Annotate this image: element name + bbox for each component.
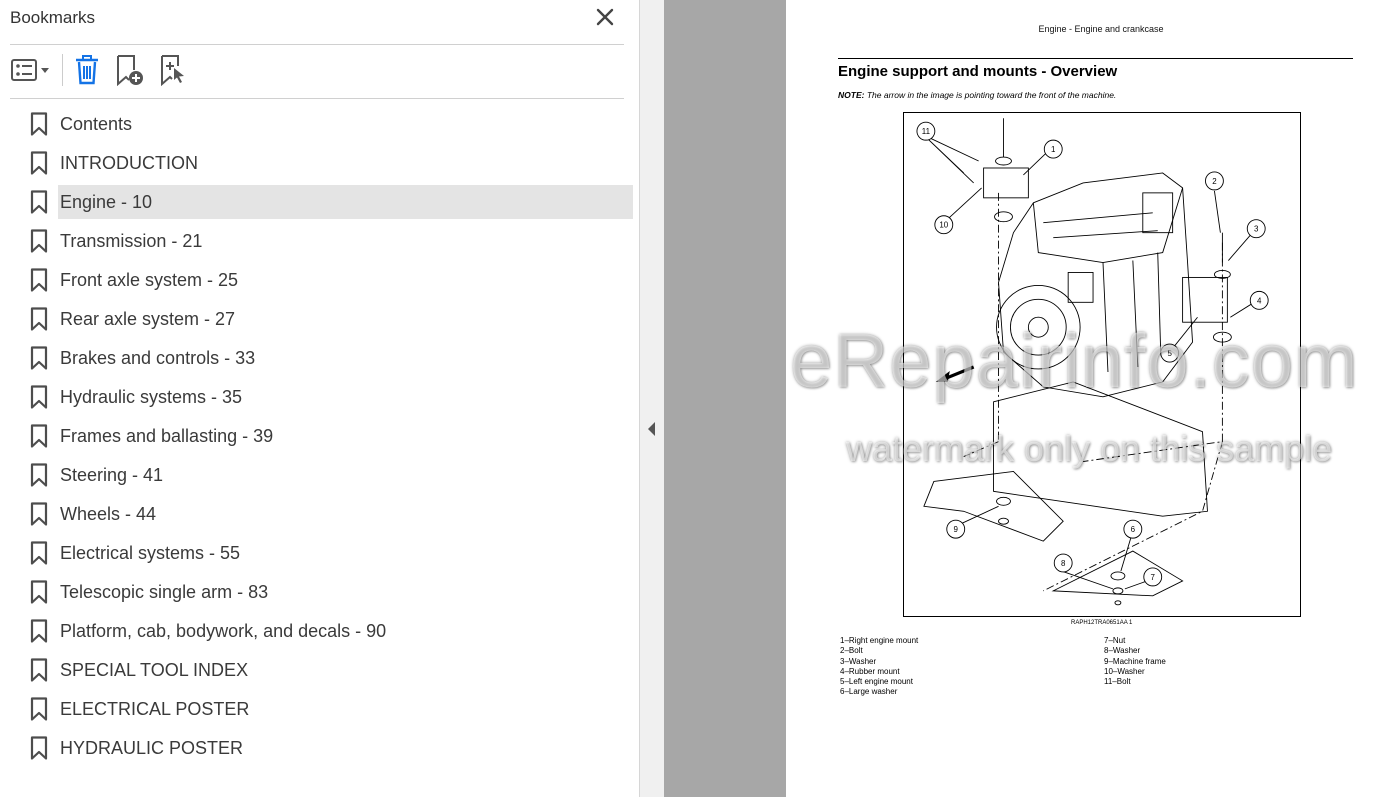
callout-number: 6 — [1131, 525, 1136, 534]
bookmark-item[interactable]: Platform, cab, bodywork, and decals - 90 — [0, 612, 640, 651]
bookmark-icon — [30, 190, 48, 214]
callout-number: 8 — [1061, 559, 1066, 568]
bookmark-item[interactable]: HYDRAULIC POSTER — [0, 729, 640, 768]
callout-number: 7 — [1151, 573, 1156, 582]
legend-item: 8–Washer — [1104, 646, 1141, 656]
bookmark-label: Steering - 41 — [60, 465, 164, 485]
note: NOTE: The arrow in the image is pointing… — [838, 90, 1116, 100]
bookmark-label: Rear axle system - 27 — [60, 309, 236, 329]
legend-item: 2–Bolt — [840, 646, 863, 656]
toolbar-divider — [10, 98, 624, 99]
bookmark-label: INTRODUCTION — [60, 153, 198, 173]
bookmark-label: Contents — [60, 114, 133, 134]
title-rule — [838, 58, 1353, 59]
bookmark-icon — [30, 112, 48, 136]
bookmark-label: ELECTRICAL POSTER — [60, 699, 250, 719]
bookmark-item[interactable]: Engine - 10 — [0, 183, 640, 222]
bookmark-icon — [30, 541, 48, 565]
legend-item: 10–Washer — [1104, 666, 1145, 676]
bookmark-icon — [30, 697, 48, 721]
bookmark-icon — [30, 385, 48, 409]
bookmark-label: SPECIAL TOOL INDEX — [60, 660, 249, 680]
legend-right: 7–Nut 8–Washer 9–Machine frame 10–Washer 11–… — [1104, 636, 1166, 687]
bookmark-icon — [30, 307, 48, 331]
right-engine-mount — [983, 167, 1029, 199]
callout-number: 10 — [939, 221, 948, 230]
bookmark-icon — [30, 424, 48, 448]
bookmark-item[interactable]: SPECIAL TOOL INDEX — [0, 651, 640, 690]
legend-left: 1–Right engine mount 2–Bolt 3–Washer 4–Rubb… — [840, 636, 918, 698]
legend-item: 5–Left engine mount — [840, 677, 913, 687]
panel-splitter[interactable] — [640, 0, 664, 797]
legend-item: 7–Nut — [1104, 636, 1126, 645]
panel-title: Bookmarks — [10, 8, 96, 27]
callout-number: 2 — [1212, 177, 1217, 186]
bookmark-item[interactable]: Front axle system - 25 — [0, 261, 640, 300]
bookmark-item[interactable]: Wheels - 44 — [0, 495, 640, 534]
legend-item: 4–Rubber mount — [840, 666, 900, 676]
bookmark-item[interactable]: Brakes and controls - 33 — [0, 339, 640, 378]
toolbar-separator — [62, 54, 63, 86]
bookmark-list: Contents INTRODUCTION Engine - 10 Transm… — [0, 105, 640, 768]
bookmark-icon — [30, 580, 48, 604]
page-header: Engine - Engine and crankcase — [1038, 24, 1164, 34]
bookmark-label: Frames and ballasting - 39 — [60, 426, 274, 446]
bookmark-item[interactable]: Telescopic single arm - 83 — [0, 573, 640, 612]
bookmark-icon — [30, 346, 48, 370]
figure-caption: RAPH12TRA0651AA 1 — [1071, 620, 1133, 626]
bookmark-label: Hydraulic systems - 35 — [60, 387, 243, 407]
callout-number: 1 — [1051, 145, 1056, 154]
legend-item: 9–Machine frame — [1104, 656, 1166, 666]
bookmark-item[interactable]: Contents — [0, 105, 640, 144]
bookmark-icon — [30, 502, 48, 526]
bookmark-icon — [30, 229, 48, 253]
bookmark-label: Brakes and controls - 33 — [60, 348, 256, 368]
bookmark-item[interactable]: Hydraulic systems - 35 — [0, 378, 640, 417]
bookmark-icon — [30, 268, 48, 292]
legend-item: 11–Bolt — [1104, 677, 1131, 687]
panel-divider — [10, 44, 624, 45]
bookmark-item[interactable]: ELECTRICAL POSTER — [0, 690, 640, 729]
bookmark-icon — [30, 736, 48, 760]
bookmark-item[interactable]: Rear axle system - 27 — [0, 300, 640, 339]
bookmark-label: Engine - 10 — [60, 192, 153, 212]
bookmarks-toolbar — [0, 46, 640, 98]
bookmark-item[interactable]: Transmission - 21 — [0, 222, 640, 261]
bookmark-item[interactable]: INTRODUCTION — [0, 144, 640, 183]
legend-item: 3–Washer — [840, 656, 877, 666]
bookmark-icon — [30, 463, 48, 487]
close-icon[interactable] — [594, 6, 616, 28]
find-current-bookmark-icon[interactable] — [158, 54, 188, 86]
bookmark-item[interactable]: Electrical systems - 55 — [0, 534, 640, 573]
callout-number: 9 — [954, 525, 959, 534]
bookmark-item[interactable]: Steering - 41 — [0, 456, 640, 495]
section-title: Engine support and mounts - Overview — [838, 63, 1118, 80]
legend-item: 6–Large washer — [840, 687, 898, 697]
bookmark-label: Front axle system - 25 — [60, 270, 239, 290]
bookmark-icon — [30, 658, 48, 682]
collapse-panel-icon[interactable] — [646, 421, 658, 437]
callout-number: 11 — [922, 127, 931, 136]
bookmark-icon — [30, 151, 48, 175]
bookmark-options-icon[interactable] — [10, 54, 54, 86]
new-bookmark-icon[interactable] — [114, 54, 146, 86]
note-label: NOTE: — [838, 90, 865, 100]
bookmarks-panel: Bookmarks Contents INTRODUCTION Engine -… — [0, 0, 640, 797]
note-text: The arrow in the image is pointing towar… — [866, 90, 1117, 100]
bookmark-label: Transmission - 21 — [60, 231, 203, 251]
callout-number: 4 — [1257, 296, 1262, 305]
callout-number: 3 — [1254, 225, 1259, 234]
legend-item: 1–Right engine mount — [840, 636, 919, 645]
bookmark-label: HYDRAULIC POSTER — [60, 738, 244, 758]
bookmark-label: Electrical systems - 55 — [60, 543, 241, 563]
delete-bookmark-icon[interactable] — [72, 54, 102, 86]
watermark-text: eRepairinfo.com — [790, 319, 1359, 404]
watermark-subtext: watermark only on this sample — [846, 428, 1333, 469]
bookmark-label: Wheels - 44 — [60, 504, 157, 524]
bookmark-label: Telescopic single arm - 83 — [60, 582, 269, 602]
bookmark-icon — [30, 619, 48, 643]
bookmark-label: Platform, cab, bodywork, and decals - 90 — [60, 621, 387, 641]
bookmark-item[interactable]: Frames and ballasting - 39 — [0, 417, 640, 456]
